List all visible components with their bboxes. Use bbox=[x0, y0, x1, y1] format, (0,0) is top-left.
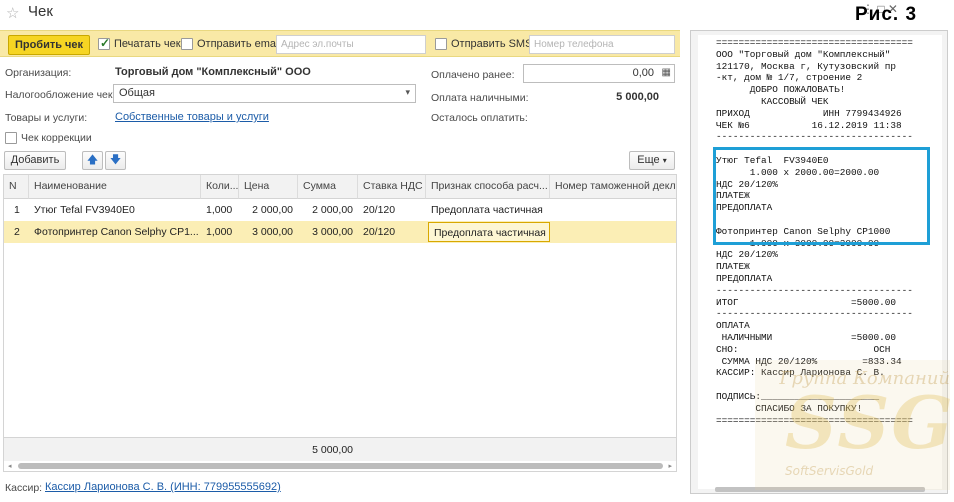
move-up-button[interactable]: 🡅 bbox=[82, 151, 103, 170]
cell-number: 2 bbox=[14, 226, 20, 238]
chevron-down-icon: ▾ bbox=[662, 156, 667, 165]
send-sms-label: Отправить SMS bbox=[451, 38, 533, 50]
cell-vat-rate: 20/120 bbox=[363, 226, 396, 238]
tax-system-select[interactable]: Общая ▾ bbox=[113, 84, 416, 103]
watermark-bottom-text: SoftServisGold bbox=[785, 464, 874, 478]
receipt-line: НДС 20/120% bbox=[716, 249, 778, 261]
receipt-line: ООО "Торговый дом "Комплексный" bbox=[716, 48, 891, 60]
organization-value: Торговый дом "Комплексный" ООО bbox=[115, 66, 311, 78]
scroll-left-icon[interactable]: ◂ bbox=[8, 462, 12, 470]
print-check-checkbox[interactable] bbox=[98, 36, 110, 50]
tax-system-value: Общая bbox=[119, 87, 155, 99]
receipt-line: ----------------------------------- bbox=[716, 308, 913, 320]
column-header[interactable]: Наименование bbox=[29, 175, 201, 199]
print-check-label: Печатать чек bbox=[114, 38, 181, 50]
cell-customs-number bbox=[550, 221, 676, 243]
organization-label: Организация: bbox=[5, 67, 72, 79]
receipt-line: 121170, Москва г, Кутузовский пр bbox=[716, 60, 897, 72]
column-header[interactable]: Коли... bbox=[201, 175, 239, 199]
receipt-line: СНО: ОСН bbox=[716, 343, 891, 355]
receipt-line: ----------------------------------- bbox=[716, 131, 913, 143]
cell-vat-rate: 20/120 bbox=[363, 204, 396, 216]
column-header[interactable]: Признак способа расч... bbox=[426, 175, 550, 199]
correction-checkbox[interactable] bbox=[5, 132, 17, 144]
column-header[interactable]: Сумма bbox=[298, 175, 358, 199]
receipt-line: ----------------------------------- bbox=[716, 284, 913, 296]
column-header[interactable]: N bbox=[4, 175, 29, 199]
receipt-line: ПРЕДОПЛАТА bbox=[716, 272, 773, 284]
horizontal-scrollbar[interactable]: ◂ ▸ bbox=[8, 462, 672, 470]
cell-number: 1 bbox=[14, 204, 20, 216]
receipt-line: ДОБРО ПОЖАЛОВАТЬ! bbox=[716, 84, 846, 96]
favorite-star-icon[interactable]: ☆ bbox=[6, 4, 19, 22]
punch-check-button[interactable]: Пробить чек bbox=[8, 35, 90, 55]
calculator-icon[interactable]: ▦ bbox=[662, 67, 671, 78]
cell-name: Утюг Tefal FV3940E0 bbox=[34, 204, 135, 216]
send-email-label: Отправить email bbox=[197, 38, 281, 50]
watermark-logo: SSG bbox=[785, 380, 954, 465]
cell-sum: 3 000,00 bbox=[312, 226, 353, 238]
receipt-line: КАССОВЫЙ ЧЕК bbox=[716, 95, 829, 107]
receipt-line: ПЛАТЕЖ bbox=[716, 261, 750, 273]
send-email-checkbox[interactable] bbox=[181, 38, 193, 50]
items-table: N Наименование Коли... Цена Сумма Ставка… bbox=[3, 174, 677, 472]
cell-payment-method: Предоплата частичная bbox=[431, 204, 543, 216]
company-watermark: Группа Компаний SSG SoftServisGold bbox=[755, 360, 953, 490]
scroll-right-icon[interactable]: ▸ bbox=[668, 462, 672, 470]
cashier-link[interactable]: Кассир Ларионова С. В. (ИНН: 77995555569… bbox=[45, 481, 281, 493]
paid-before-value: 0,00 bbox=[632, 67, 654, 79]
dropdown-arrow-icon[interactable]: ▾ bbox=[405, 87, 410, 98]
title-bar: ☆ Чек bbox=[0, 0, 680, 26]
cell-name: Фотопринтер Canon Selphy CP1... bbox=[34, 226, 199, 238]
window-title: Чек bbox=[28, 3, 53, 20]
table-row-selected[interactable]: 2 Фотопринтер Canon Selphy CP1... 1,000 … bbox=[4, 221, 676, 243]
cell-price: 3 000,00 bbox=[252, 226, 293, 238]
send-sms-checkbox[interactable] bbox=[435, 38, 447, 50]
receipt-line: =================================== bbox=[716, 37, 913, 48]
cell-quantity: 1,000 bbox=[206, 226, 233, 238]
tax-system-label: Налогообложение чека: bbox=[5, 89, 122, 101]
more-menu-button[interactable]: Еще ▾ bbox=[629, 151, 675, 170]
table-footer: 5 000,00 bbox=[4, 437, 676, 461]
scrollbar-thumb[interactable] bbox=[18, 463, 663, 469]
arrow-down-icon: 🡇 bbox=[109, 154, 122, 166]
footer-total: 5 000,00 bbox=[312, 444, 353, 456]
receipt-line: ИТОГ =5000.00 bbox=[716, 296, 897, 308]
phone-input[interactable]: Номер телефона bbox=[529, 35, 675, 54]
receipt-line: -кт, дом № 1/7, строение 2 bbox=[716, 72, 863, 84]
receipt-line: ПРИХОД ИНН 7799434926 bbox=[716, 107, 902, 119]
column-header[interactable]: Цена bbox=[239, 175, 298, 199]
column-header[interactable]: Номер таможенной деклар... bbox=[550, 175, 676, 199]
remaining-label: Осталось оплатить: bbox=[431, 112, 528, 124]
table-row[interactable]: 1 Утюг Tefal FV3940E0 1,000 2 000,00 2 0… bbox=[4, 199, 676, 221]
goods-services-link[interactable]: Собственные товары и услуги bbox=[115, 111, 269, 123]
paid-before-input[interactable]: 0,00 ▦ bbox=[523, 64, 675, 83]
email-input[interactable]: Адрес эл.почты bbox=[276, 35, 426, 54]
figure-label: Рис. 3 bbox=[855, 4, 918, 25]
paid-before-label: Оплачено ранее: bbox=[431, 69, 515, 81]
cashier-label: Кассир: bbox=[5, 482, 43, 494]
more-label: Еще bbox=[637, 154, 660, 166]
cash-payment-value: 5 000,00 bbox=[616, 91, 659, 103]
cell-sum: 2 000,00 bbox=[312, 204, 353, 216]
cell-price: 2 000,00 bbox=[252, 204, 293, 216]
column-header[interactable]: Ставка НДС bbox=[358, 175, 426, 199]
move-down-button[interactable]: 🡇 bbox=[105, 151, 126, 170]
command-bar: Пробить чек Печатать чек Отправить email… bbox=[0, 30, 680, 57]
receipt-line: НАЛИЧНЫМИ =5000.00 bbox=[716, 331, 897, 343]
cell-payment-method-active[interactable]: Предоплата частичная bbox=[428, 222, 550, 242]
correction-label: Чек коррекции bbox=[21, 132, 92, 144]
receipt-items-highlight-frame bbox=[713, 147, 930, 245]
add-row-button[interactable]: Добавить bbox=[4, 151, 66, 170]
cell-quantity: 1,000 bbox=[206, 204, 233, 216]
receipt-line: ОПЛАТА bbox=[716, 320, 750, 332]
goods-services-label: Товары и услуги: bbox=[5, 112, 88, 124]
arrow-up-icon: 🡅 bbox=[86, 154, 99, 166]
cash-payment-label: Оплата наличными: bbox=[431, 92, 529, 104]
cell-customs-number bbox=[550, 199, 676, 221]
receipt-line: ЧЕК №6 16.12.2019 11:38 bbox=[716, 119, 902, 131]
